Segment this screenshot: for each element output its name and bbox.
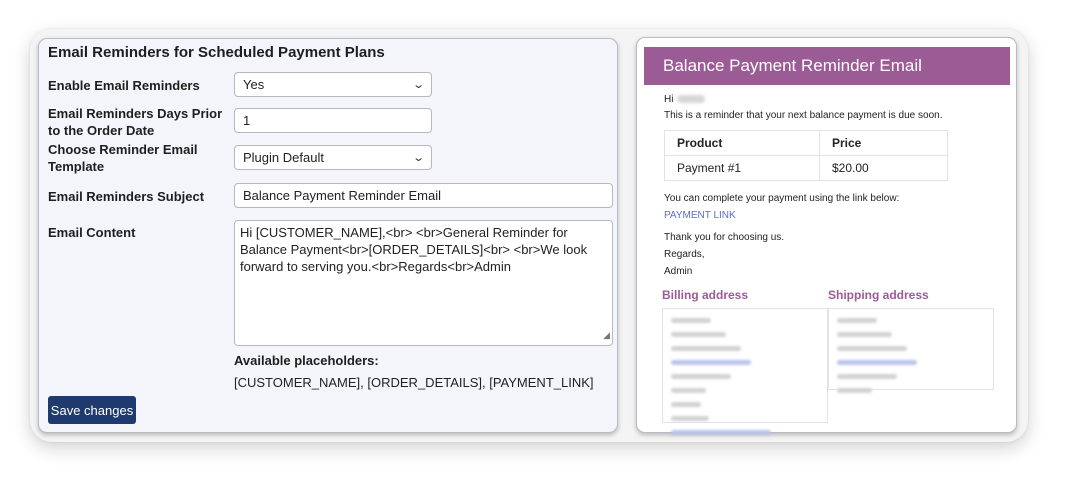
resize-handle-icon[interactable]: ◢ bbox=[603, 327, 610, 344]
template-select[interactable]: Plugin Default ⌄ bbox=[234, 145, 432, 170]
thanks-text: Thank you for choosing us. bbox=[664, 232, 785, 243]
enable-reminders-label: Enable Email Reminders bbox=[48, 78, 200, 93]
table-row: Payment #1 $20.00 bbox=[664, 155, 948, 181]
subject-input[interactable]: Balance Payment Reminder Email bbox=[234, 183, 613, 208]
table-header-row: Product Price bbox=[664, 130, 948, 156]
complete-text: You can complete your payment using the … bbox=[664, 193, 900, 204]
days-prior-value: 1 bbox=[243, 113, 251, 128]
enable-reminders-select[interactable]: Yes ⌄ bbox=[234, 72, 432, 97]
email-greeting: Hi bbox=[664, 94, 706, 105]
placeholders-title: Available placeholders: bbox=[234, 353, 379, 368]
table-header-price: Price bbox=[819, 130, 948, 156]
regards-text: Regards, bbox=[664, 249, 705, 260]
template-value: Plugin Default bbox=[243, 150, 324, 165]
settings-title: Email Reminders for Scheduled Payment Pl… bbox=[48, 44, 385, 61]
subject-label: Email Reminders Subject bbox=[48, 189, 205, 204]
table-cell-product: Payment #1 bbox=[664, 155, 820, 181]
content-label: Email Content bbox=[48, 225, 136, 240]
chevron-down-icon: ⌄ bbox=[411, 79, 425, 91]
table-cell-price: $20.00 bbox=[819, 155, 948, 181]
signature-text: Admin bbox=[664, 266, 693, 277]
subject-value: Balance Payment Reminder Email bbox=[243, 188, 441, 203]
email-header: Balance Payment Reminder Email bbox=[644, 47, 1010, 85]
billing-address-title: Billing address bbox=[662, 288, 749, 302]
billing-address-box bbox=[662, 308, 828, 435]
email-content-textarea[interactable]: Hi [CUSTOMER_NAME],<br> <br>General Remi… bbox=[234, 220, 613, 346]
email-preview-panel: Balance Payment Reminder Email Hi This i… bbox=[636, 37, 1017, 435]
email-intro: This is a reminder that your next balanc… bbox=[664, 110, 943, 121]
chevron-down-icon: ⌄ bbox=[411, 152, 425, 164]
template-label: Choose Reminder Email Template bbox=[48, 142, 198, 174]
enable-reminders-value: Yes bbox=[243, 77, 265, 92]
shipping-address-box bbox=[828, 308, 994, 393]
greeting-text: Hi bbox=[664, 94, 674, 105]
order-table: Product Price Payment #1 $20.00 bbox=[664, 130, 948, 181]
table-header-product: Product bbox=[664, 130, 820, 156]
days-prior-input[interactable]: 1 bbox=[234, 108, 432, 133]
payment-link[interactable]: PAYMENT LINK bbox=[664, 210, 736, 221]
days-prior-label: Email Reminders Days Prior to the Order … bbox=[48, 106, 223, 138]
placeholders-list: [CUSTOMER_NAME], [ORDER_DETAILS], [PAYME… bbox=[234, 375, 594, 390]
email-content-value: Hi [CUSTOMER_NAME],<br> <br>General Remi… bbox=[240, 225, 588, 274]
save-button[interactable]: Save changes bbox=[48, 396, 136, 424]
shipping-address-title: Shipping address bbox=[828, 288, 929, 302]
settings-panel: Email Reminders for Scheduled Payment Pl… bbox=[38, 38, 618, 433]
blurred-customer-name bbox=[677, 95, 706, 104]
